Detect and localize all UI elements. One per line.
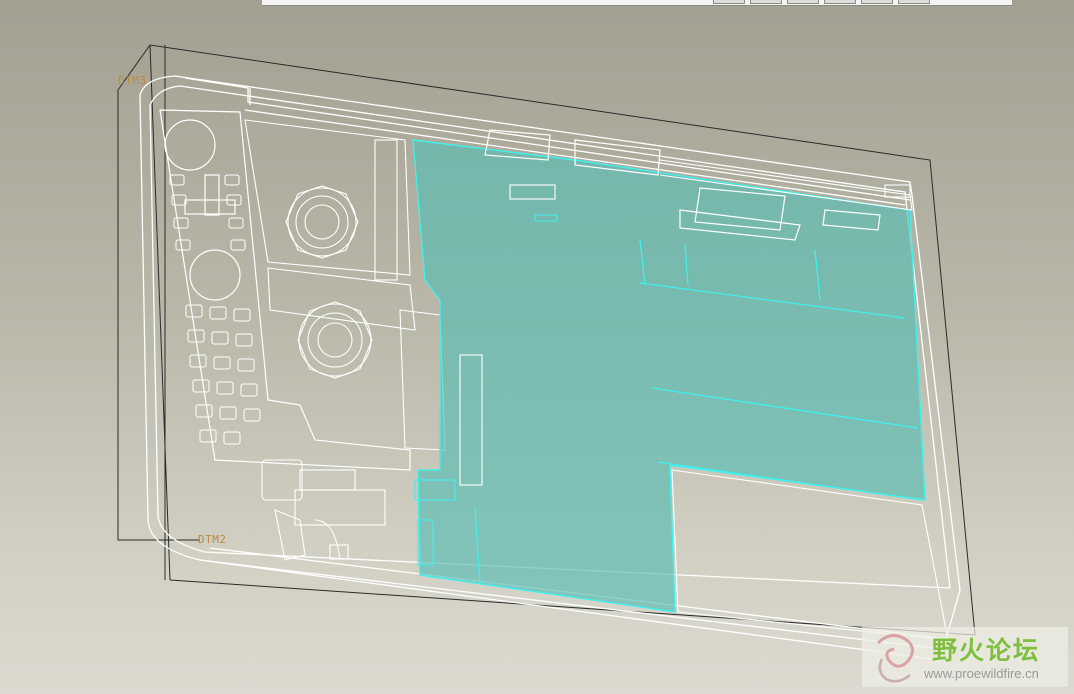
watermark-logo-icon (876, 634, 914, 683)
keypad-panel (159, 109, 411, 471)
watermark-url: www.proewildfire.cn (924, 666, 1039, 681)
watermark-title: 野火论坛 (932, 636, 1041, 665)
bottom-mechanism (261, 459, 386, 561)
datum-label-bottom: DTM2 (198, 533, 227, 546)
gear-boss-lower (297, 301, 373, 379)
cad-3d-viewport[interactable]: DTM3 DTM2 (0, 0, 1074, 694)
highlighted-pcb[interactable] (412, 129, 926, 613)
gear-boss-upper (285, 185, 359, 259)
datum-label-top: DTM3 (118, 74, 147, 87)
watermark: 野火论坛 www.proewildfire.cn (862, 627, 1068, 687)
